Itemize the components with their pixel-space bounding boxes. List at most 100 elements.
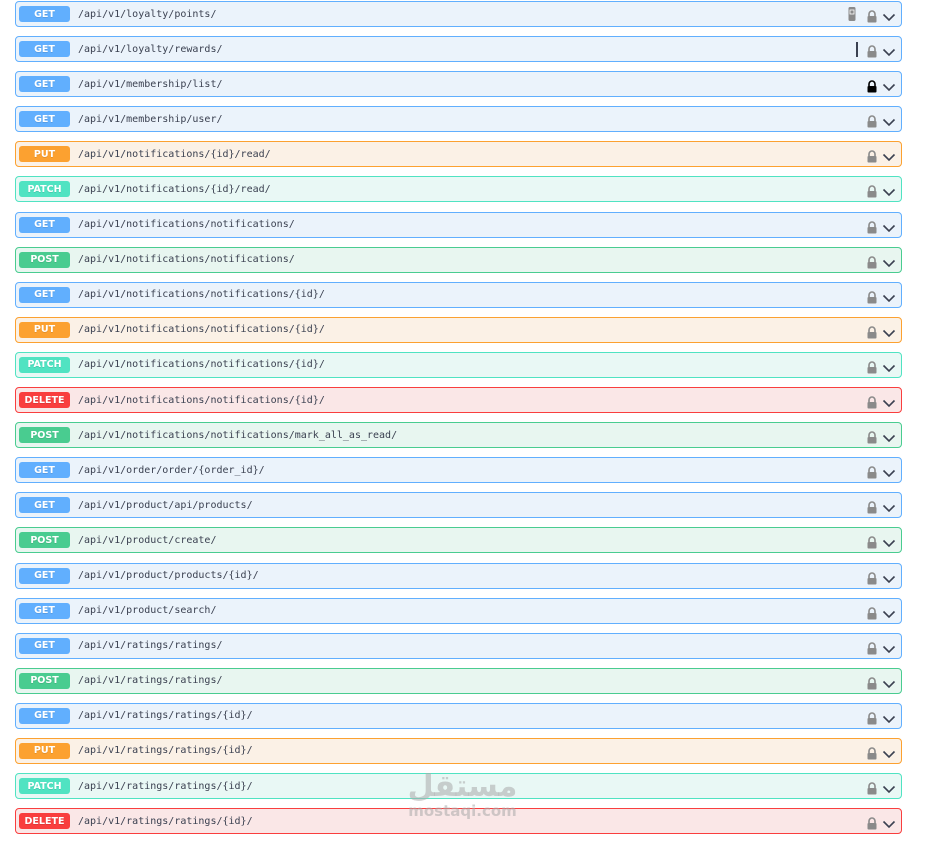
chevron-down-icon[interactable] [882,429,896,443]
operation-row[interactable]: PUT/api/v1/notifications/notifications/{… [15,316,902,343]
lock-icon[interactable] [866,464,878,479]
chevron-down-icon[interactable] [882,534,896,548]
chevron-down-icon[interactable] [882,815,896,829]
method-badge: POST [19,427,70,444]
operation-path: /api/v1/product/products/{id}/ [78,570,259,581]
chevron-down-icon[interactable] [882,780,896,794]
operation-row[interactable]: GET/api/v1/membership/list/ [15,71,902,98]
method-badge: POST [19,251,70,268]
operation-row[interactable]: GET/api/v1/notifications/notifications/ [15,211,902,238]
operation-path: /api/v1/ratings/ratings/{id}/ [78,815,253,827]
operation-row[interactable]: GET/api/v1/ratings/ratings/{id}/ [15,702,902,729]
chevron-down-icon[interactable] [882,745,896,759]
operation-path: /api/v1/ratings/ratings/ [78,675,223,687]
chevron-down-icon[interactable] [882,710,896,724]
operation-path: /api/v1/notifications/notifications/ [78,254,295,266]
operation-row[interactable]: POST/api/v1/ratings/ratings/ [15,667,902,694]
operation-path: /api/v1/notifications/{id}/read/ [78,148,271,160]
chevron-down-icon[interactable] [882,219,896,232]
lock-icon[interactable] [866,8,878,23]
operation-path: /api/v1/ratings/ratings/{id}/ [78,710,253,722]
method-badge: GET [19,637,70,654]
method-badge: GET [19,76,70,93]
lock-icon[interactable] [866,113,878,128]
operation-row[interactable]: GET/api/v1/product/products/{id}/ [15,562,902,589]
lock-icon[interactable] [866,710,878,725]
operation-row[interactable]: GET/api/v1/loyalty/rewards/ [15,36,902,63]
lock-icon[interactable] [866,43,878,58]
operation-row[interactable]: DELETE/api/v1/ratings/ratings/{id}/ [15,808,902,835]
chevron-down-icon[interactable] [882,499,896,513]
lock-icon[interactable] [866,780,878,795]
chevron-down-icon[interactable] [882,113,896,127]
lock-icon[interactable] [866,605,878,620]
chevron-down-icon[interactable] [882,640,896,653]
method-badge: GET [19,462,70,479]
operation-row[interactable]: PATCH/api/v1/notifications/{id}/read/ [15,176,902,203]
operations-list: GET/api/v1/loyalty/points/GET/api/v1/loy… [15,1,902,843]
lock-icon[interactable] [866,745,878,760]
chevron-down-icon[interactable] [882,183,896,197]
chevron-down-icon[interactable] [882,464,896,478]
lock-icon[interactable] [866,675,878,690]
operation-row[interactable]: POST/api/v1/product/create/ [15,527,902,554]
chevron-down-icon[interactable] [882,78,896,92]
operation-path: /api/v1/membership/user/ [78,113,223,125]
chevron-down-icon[interactable] [882,43,896,57]
copy-icon[interactable] [848,6,856,22]
operation-row[interactable]: GET/api/v1/product/api/products/ [15,492,902,519]
operation-row[interactable]: GET/api/v1/notifications/notifications/{… [15,281,902,308]
lock-icon[interactable] [866,429,878,444]
operation-row[interactable]: GET/api/v1/product/search/ [15,597,902,624]
method-badge: POST [19,672,70,689]
chevron-down-icon[interactable] [882,8,896,22]
method-badge: PATCH [19,356,70,373]
operation-row[interactable]: PATCH/api/v1/notifications/notifications… [15,351,902,378]
method-badge: GET [19,602,70,619]
method-badge: PUT [19,321,70,338]
operation-row[interactable]: PUT/api/v1/notifications/{id}/read/ [15,141,902,168]
lock-icon[interactable] [866,534,878,549]
method-badge: GET [19,216,70,233]
lock-icon[interactable] [866,78,878,93]
lock-icon[interactable] [866,219,878,234]
chevron-down-icon[interactable] [882,148,896,162]
chevron-down-icon[interactable] [882,394,896,408]
chevron-down-icon[interactable] [882,324,896,337]
operation-row[interactable]: PUT/api/v1/ratings/ratings/{id}/ [15,737,902,764]
lock-icon[interactable] [866,324,878,339]
operation-row[interactable]: POST/api/v1/notifications/notifications/… [15,422,902,449]
operation-path: /api/v1/loyalty/rewards/ [78,43,223,55]
lock-icon[interactable] [866,499,878,514]
lock-icon[interactable] [866,359,878,374]
lock-icon[interactable] [866,815,878,830]
operation-row[interactable]: PATCH/api/v1/ratings/ratings/{id}/ [15,773,902,800]
chevron-down-icon[interactable] [882,359,896,373]
operation-row[interactable]: POST/api/v1/notifications/notifications/ [15,246,902,273]
chevron-down-icon[interactable] [882,254,896,267]
method-badge: POST [19,532,70,549]
operation-row[interactable]: GET/api/v1/loyalty/points/ [15,1,902,27]
method-badge: GET [19,497,70,514]
lock-icon[interactable] [866,640,878,655]
chevron-down-icon[interactable] [882,605,896,618]
method-badge: GET [19,707,70,724]
operation-row[interactable]: GET/api/v1/ratings/ratings/ [15,632,902,659]
lock-icon[interactable] [866,183,878,198]
lock-icon[interactable] [866,289,878,304]
operation-row[interactable]: DELETE/api/v1/notifications/notification… [15,387,902,414]
chevron-down-icon[interactable] [882,570,896,583]
operation-row[interactable]: GET/api/v1/membership/user/ [15,106,902,133]
chevron-down-icon[interactable] [882,289,896,302]
chevron-down-icon[interactable] [882,675,896,688]
operation-path: /api/v1/notifications/notifications/ [78,219,295,231]
method-badge: DELETE [19,392,70,409]
operation-path: /api/v1/notifications/notifications/{id}… [78,324,325,336]
lock-icon[interactable] [866,148,878,163]
operation-path: /api/v1/product/search/ [78,605,217,617]
operation-row[interactable]: GET/api/v1/order/order/{order_id}/ [15,457,902,484]
operation-path: /api/v1/notifications/notifications/{id}… [78,289,325,301]
lock-icon[interactable] [866,254,878,269]
lock-icon[interactable] [866,394,878,409]
lock-icon[interactable] [866,570,878,584]
